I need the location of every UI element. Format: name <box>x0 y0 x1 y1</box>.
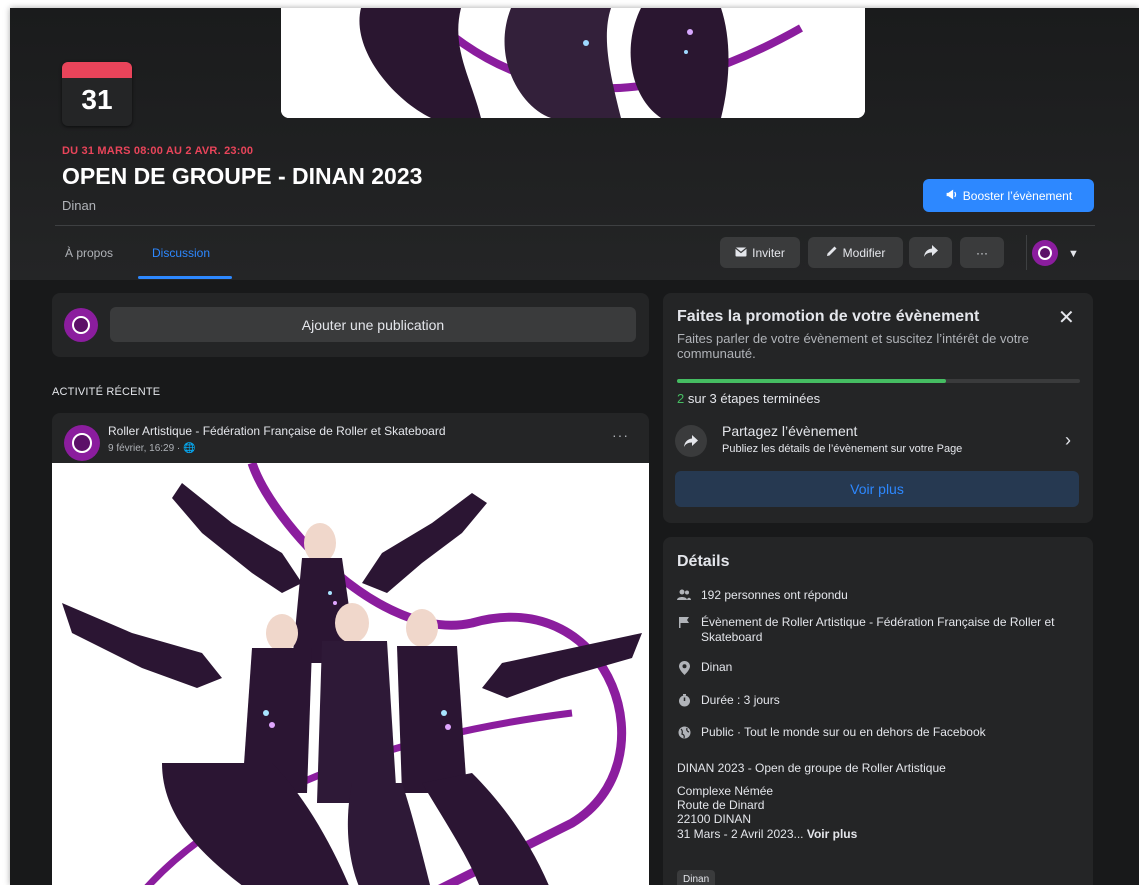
map-pin-icon <box>677 660 691 675</box>
promo-description: Faites parler de votre évènement et susc… <box>677 331 1029 361</box>
post-author-name[interactable]: Roller Artistique - Fédération Française… <box>108 424 446 438</box>
tab-about[interactable]: À propos <box>65 246 113 260</box>
location-tag[interactable]: Dinan <box>677 870 716 885</box>
details-location-row: Dinan <box>677 660 732 675</box>
details-dates: 31 Mars - 2 Avril 2023... <box>677 827 807 841</box>
envelope-icon <box>735 246 748 260</box>
steps-text: sur 3 étapes terminées <box>684 391 821 406</box>
details-see-more-link[interactable]: Voir plus <box>807 827 857 841</box>
more-options-label: ··· <box>976 245 988 260</box>
steps-completed: 2 sur 3 étapes terminées <box>677 391 820 406</box>
event-location[interactable]: Dinan <box>62 198 96 213</box>
pencil-icon <box>826 245 838 260</box>
details-dates-line: 31 Mars - 2 Avril 2023... Voir plus <box>677 827 857 841</box>
details-address-3: 22100 DINAN <box>677 812 752 826</box>
edit-button[interactable]: Modifier <box>808 237 903 268</box>
boost-event-button[interactable]: Booster l’évènement <box>923 179 1094 212</box>
details-title: Détails <box>677 553 730 570</box>
share-event-title: Partagez l’évènement <box>722 423 858 439</box>
composer-avatar <box>64 308 98 342</box>
details-address-1: Complexe Némée <box>677 784 774 798</box>
details-organizer[interactable]: Évènement de Roller Artistique - Fédérat… <box>701 615 1077 645</box>
post-card: Roller Artistique - Fédération Française… <box>52 413 649 885</box>
details-duration: Durée : 3 jours <box>701 693 780 707</box>
calendar-badge: 31 <box>62 62 132 126</box>
chevron-right-icon: › <box>1065 430 1071 450</box>
details-responses-row: 192 personnes ont répondu <box>677 588 848 603</box>
promo-title: Faites la promotion de votre évènement <box>677 308 980 325</box>
close-icon[interactable]: ✕ <box>1058 305 1075 330</box>
people-icon <box>677 588 691 603</box>
post-author-avatar-logo <box>72 433 92 453</box>
share-arrow-icon <box>675 425 707 457</box>
promo-progress-bar <box>677 379 1080 383</box>
edit-label: Modifier <box>842 245 886 260</box>
promote-event-card: Faites la promotion de votre évènement ✕… <box>663 293 1093 523</box>
recent-activity-heading: ACTIVITÉ RÉCENTE <box>52 386 161 398</box>
stopwatch-icon <box>677 693 691 708</box>
share-event-row[interactable]: Partagez l’évènement Publiez les détails… <box>675 419 1081 463</box>
header-divider <box>55 225 1095 226</box>
details-address-2: Route de Dinard <box>677 798 765 812</box>
create-post-card: Ajouter une publication <box>52 293 649 357</box>
post-image[interactable] <box>52 463 649 885</box>
boost-event-label: Booster l’évènement <box>962 188 1073 203</box>
tab-discussion[interactable]: Discussion <box>152 246 210 260</box>
details-card: Détails 192 personnes ont répondu Évènem… <box>663 537 1093 885</box>
globe-icon: 🌐 <box>183 443 196 454</box>
more-options-button[interactable]: ··· <box>960 237 1004 268</box>
post-timestamp-text: 9 février, 16:29 · <box>108 443 184 454</box>
details-privacy: Public · Tout le monde sur ou en dehors … <box>701 725 986 739</box>
active-tab-indicator <box>138 276 232 279</box>
calendar-badge-top <box>62 62 132 78</box>
post-timestamp[interactable]: 9 février, 16:29 · 🌐 <box>108 443 196 454</box>
post-author-avatar[interactable] <box>64 425 100 461</box>
event-page: 31 DU 31 MARS 08:00 AU 2 AVR. 23:00 OPEN… <box>10 8 1139 885</box>
megaphone-icon <box>945 188 958 204</box>
calendar-day: 31 <box>81 84 113 115</box>
see-more-button[interactable]: Voir plus <box>675 471 1079 507</box>
invite-label: Inviter <box>752 245 785 260</box>
share-button[interactable] <box>909 237 952 268</box>
header-vertical-separator <box>1026 235 1027 270</box>
share-event-subtitle: Publiez les détails de l’évènement sur v… <box>722 443 963 455</box>
details-privacy-row: Public · Tout le monde sur ou en dehors … <box>677 725 986 740</box>
caret-down-icon[interactable]: ▼ <box>1068 248 1079 260</box>
invite-button[interactable]: Inviter <box>720 237 800 268</box>
share-arrow-icon <box>923 245 938 260</box>
event-date-range: DU 31 MARS 08:00 AU 2 AVR. 23:00 <box>62 145 254 157</box>
promo-progress-fill <box>677 379 946 383</box>
details-description-line: DINAN 2023 - Open de groupe de Roller Ar… <box>677 761 946 775</box>
details-responses[interactable]: 192 personnes ont répondu <box>701 588 848 603</box>
post-photo <box>52 463 649 885</box>
cover-photo[interactable] <box>281 8 865 118</box>
cover-photo-image <box>281 8 865 118</box>
page-avatar-switcher[interactable] <box>1032 240 1058 266</box>
details-location[interactable]: Dinan <box>701 660 732 675</box>
composer-avatar-logo <box>71 315 91 335</box>
details-duration-row: Durée : 3 jours <box>677 693 780 708</box>
add-post-input[interactable]: Ajouter une publication <box>110 307 636 342</box>
globe-icon <box>677 725 691 740</box>
flag-icon <box>677 615 691 645</box>
page-avatar-logo <box>1037 245 1053 261</box>
event-header: 31 DU 31 MARS 08:00 AU 2 AVR. 23:00 OPEN… <box>10 8 1139 280</box>
post-more-button[interactable]: ··· <box>612 427 629 443</box>
details-organizer-row: Évènement de Roller Artistique - Fédérat… <box>677 615 1077 645</box>
event-title: OPEN DE GROUPE - DINAN 2023 <box>62 163 423 189</box>
